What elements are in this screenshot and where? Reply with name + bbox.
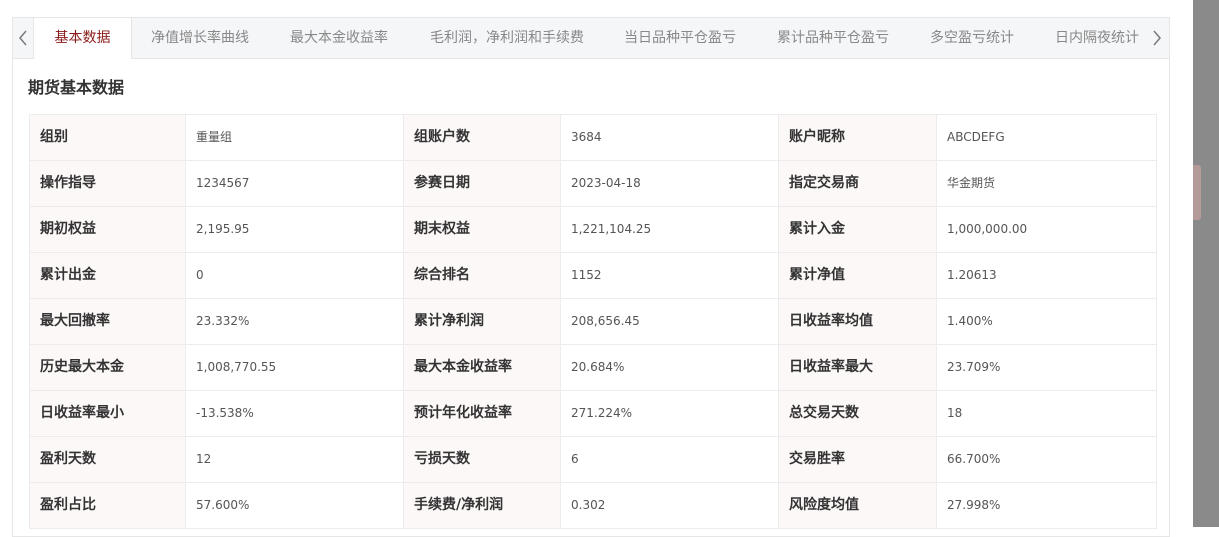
field-value: 2,195.95 [186,207,404,253]
field-value: ABCDEFG [937,115,1157,161]
scroll-right-button[interactable] [1147,18,1167,58]
field-label: 组账户数 [404,115,561,161]
field-label: 累计入金 [779,207,937,253]
field-label: 日收益率均值 [779,299,937,345]
field-label: 亏损天数 [404,437,561,483]
field-label: 账户昵称 [779,115,937,161]
field-label: 风险度均值 [779,483,937,529]
field-value: 1,221,104.25 [561,207,779,253]
field-value: 18 [937,391,1157,437]
tab-cumulative-close-pnl[interactable]: 累计品种平仓盈亏 [777,18,889,58]
scrollbar-thumb[interactable] [1193,165,1201,220]
field-label: 最大回撤率 [30,299,186,345]
field-value: 57.600% [186,483,404,529]
tab-long-short-pnl[interactable]: 多空盈亏统计 [930,18,1014,58]
page-scrollbar[interactable] [1193,0,1219,527]
tab-basic-data[interactable]: 基本数据 [33,18,132,59]
field-value: 1.400% [937,299,1157,345]
field-label: 盈利天数 [30,437,186,483]
field-label: 日收益率最小 [30,391,186,437]
field-label: 组别 [30,115,186,161]
field-value: 2023-04-18 [561,161,779,207]
field-value: 23.709% [937,345,1157,391]
tab-bar: 基本数据 净值增长率曲线 最大本金收益率 毛利润，净利润和手续费 当日品种平仓盈… [13,18,1169,59]
table-row: 最大回撤率 23.332% 累计净利润 208,656.45 日收益率均值 1.400% [30,299,1157,345]
basic-data-table: 组别 重量组 组账户数 3684 账户昵称 ABCDEFG 操作指导 1234567 参赛日期 2… [29,114,1157,529]
field-value: 27.998% [937,483,1157,529]
field-value: 66.700% [937,437,1157,483]
field-label: 参赛日期 [404,161,561,207]
field-value: 重量组 [186,115,404,161]
field-label: 期初权益 [30,207,186,253]
tab-daily-close-pnl[interactable]: 当日品种平仓盈亏 [624,18,736,58]
field-value: 3684 [561,115,779,161]
field-label: 盈利占比 [30,483,186,529]
field-label: 综合排名 [404,253,561,299]
field-label: 指定交易商 [779,161,937,207]
field-value: 20.684% [561,345,779,391]
field-label: 累计净值 [779,253,937,299]
field-value: -13.538% [186,391,404,437]
table-row: 历史最大本金 1,008,770.55 最大本金收益率 20.684% 日收益率最大 23… [30,345,1157,391]
field-label: 最大本金收益率 [404,345,561,391]
table-row: 组别 重量组 组账户数 3684 账户昵称 ABCDEFG [30,115,1157,161]
table-row: 期初权益 2,195.95 期末权益 1,221,104.25 累计入金 1,000,00… [30,207,1157,253]
field-value: 12 [186,437,404,483]
field-value: 23.332% [186,299,404,345]
section-title: 期货基本数据 [28,78,125,97]
field-value: 1234567 [186,161,404,207]
field-value: 华金期货 [937,161,1157,207]
table-row: 盈利天数 12 亏损天数 6 交易胜率 66.700% [30,437,1157,483]
field-label: 日收益率最大 [779,345,937,391]
field-value: 1,000,000.00 [937,207,1157,253]
field-label: 交易胜率 [779,437,937,483]
field-label: 手续费/净利润 [404,483,561,529]
field-label: 期末权益 [404,207,561,253]
table-row: 盈利占比 57.600% 手续费/净利润 0.302 风险度均值 27.998% [30,483,1157,529]
field-label: 总交易天数 [779,391,937,437]
table-row: 累计出金 0 综合排名 1152 累计净值 1.20613 [30,253,1157,299]
field-value: 0 [186,253,404,299]
field-value: 1152 [561,253,779,299]
field-value: 271.224% [561,391,779,437]
tab-nav-growth-curve[interactable]: 净值增长率曲线 [151,18,249,58]
field-value: 208,656.45 [561,299,779,345]
chevron-right-icon [1153,30,1161,46]
field-value: 0.302 [561,483,779,529]
table-row: 操作指导 1234567 参赛日期 2023-04-18 指定交易商 华金期货 [30,161,1157,207]
field-label: 历史最大本金 [30,345,186,391]
field-label: 操作指导 [30,161,186,207]
field-value: 1,008,770.55 [186,345,404,391]
field-value: 6 [561,437,779,483]
futures-panel: 基本数据 净值增长率曲线 最大本金收益率 毛利润，净利润和手续费 当日品种平仓盈… [12,17,1170,537]
scroll-left-button[interactable] [13,18,33,58]
table-row: 日收益率最小 -13.538% 预计年化收益率 271.224% 总交易天数 18 [30,391,1157,437]
field-label: 累计净利润 [404,299,561,345]
tab-max-principal-return[interactable]: 最大本金收益率 [290,18,388,58]
field-value: 1.20613 [937,253,1157,299]
tab-intraday-overnight[interactable]: 日内隔夜统计 [1055,18,1139,58]
tab-profit-and-fees[interactable]: 毛利润，净利润和手续费 [430,18,584,58]
field-label: 累计出金 [30,253,186,299]
field-label: 预计年化收益率 [404,391,561,437]
chevron-left-icon [19,30,27,46]
